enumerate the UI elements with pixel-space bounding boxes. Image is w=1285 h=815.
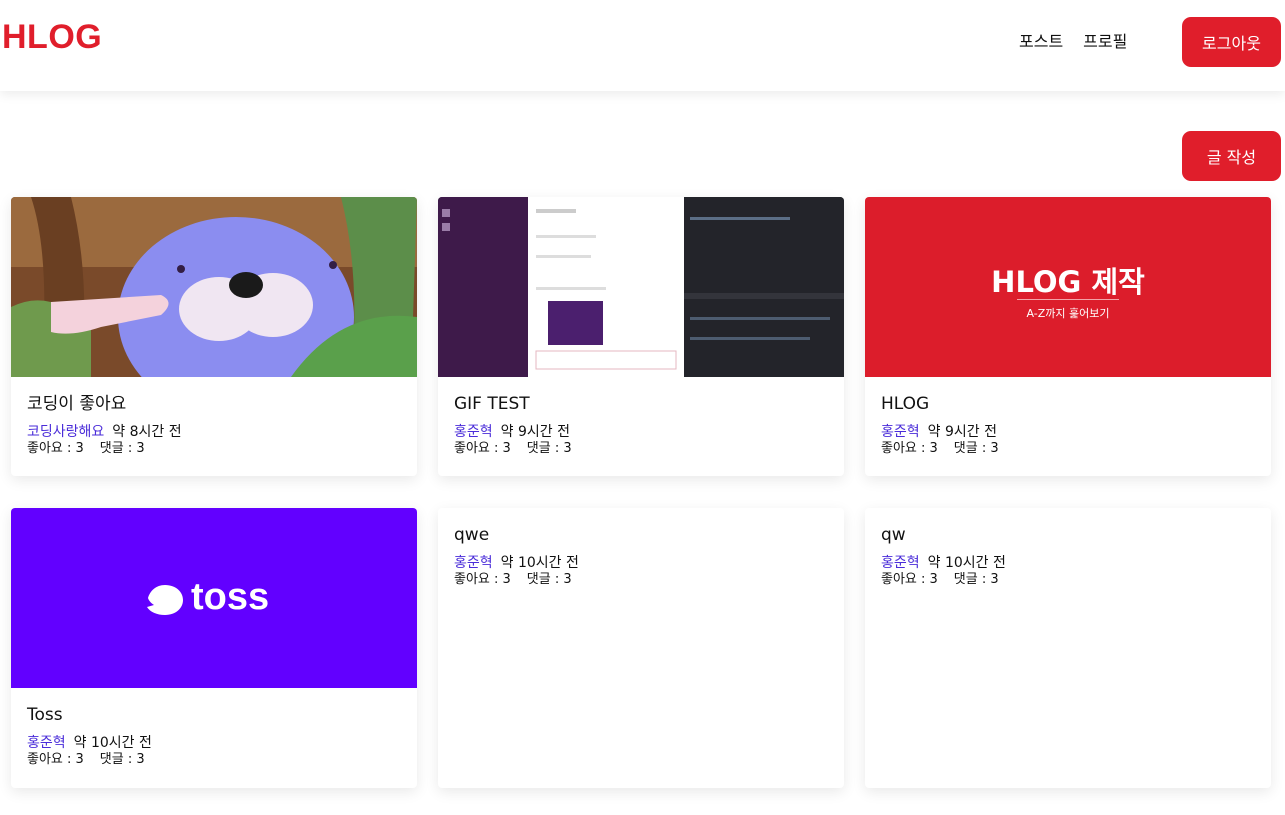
post-card[interactable]: qw 홍준혁 약 10시간 전 좋아요 : 3 댓글 : 3 (865, 508, 1271, 788)
nav-link-posts[interactable]: 포스트 (1019, 28, 1063, 52)
like-count: 좋아요 : 3 (881, 441, 938, 456)
post-time: 약 8시간 전 (112, 424, 182, 440)
post-title: 코딩이 좋아요 (27, 394, 127, 414)
post-author-link[interactable]: 홍준혁 (881, 424, 920, 440)
toss-logo-text: toss (191, 576, 270, 618)
comment-count: 댓글 : 3 (526, 572, 572, 587)
banner-title: HLOG 제작 (991, 265, 1145, 299)
post-time: 약 10시간 전 (927, 555, 1006, 571)
logo[interactable]: HLOG (2, 18, 102, 57)
post-time: 약 10시간 전 (73, 735, 152, 751)
post-author-link[interactable]: 홍준혁 (881, 555, 920, 571)
header: HLOG 포스트 프로필 로그아웃 (0, 0, 1285, 91)
post-card[interactable]: toss Toss 홍준혁 약 10시간 전 좋아요 : 3 댓글 : 3 (11, 508, 417, 788)
comment-count: 댓글 : 3 (99, 752, 145, 767)
nav-link-profile[interactable]: 프로필 (1083, 28, 1127, 52)
post-title: qwe (454, 525, 490, 545)
post-title: Toss (27, 705, 63, 725)
nav: 포스트 프로필 (1019, 28, 1127, 52)
post-time: 약 10시간 전 (500, 555, 579, 571)
comment-count: 댓글 : 3 (953, 441, 999, 456)
toss-logo-image: toss (11, 508, 417, 688)
cartoon-seal-image (11, 197, 417, 377)
logout-button[interactable]: 로그아웃 (1182, 17, 1281, 67)
post-time: 약 9시간 전 (500, 424, 570, 440)
comment-count: 댓글 : 3 (526, 441, 572, 456)
post-title: GIF TEST (454, 394, 530, 414)
post-card[interactable]: GIF TEST 홍준혁 약 9시간 전 좋아요 : 3 댓글 : 3 (438, 197, 844, 476)
post-author-link[interactable]: 코딩사랑해요 (27, 424, 104, 440)
like-count: 좋아요 : 3 (454, 441, 511, 456)
post-card[interactable]: qwe 홍준혁 약 10시간 전 좋아요 : 3 댓글 : 3 (438, 508, 844, 788)
like-count: 좋아요 : 3 (881, 572, 938, 587)
comment-count: 댓글 : 3 (99, 441, 145, 456)
like-count: 좋아요 : 3 (454, 572, 511, 587)
post-title: qw (881, 525, 906, 545)
screenshot-image (438, 197, 844, 377)
like-count: 좋아요 : 3 (27, 441, 84, 456)
hlog-banner-image: HLOG 제작 A-Z까지 훑어보기 (865, 197, 1271, 377)
post-card[interactable]: 코딩이 좋아요 코딩사랑해요 약 8시간 전 좋아요 : 3 댓글 : 3 (11, 197, 417, 476)
post-author-link[interactable]: 홍준혁 (454, 555, 493, 571)
post-card[interactable]: HLOG 제작 A-Z까지 훑어보기 HLOG 홍준혁 약 9시간 전 좋아요 :… (865, 197, 1271, 476)
post-author-link[interactable]: 홍준혁 (27, 735, 66, 751)
post-time: 약 9시간 전 (927, 424, 997, 440)
write-post-button[interactable]: 글 작성 (1182, 131, 1281, 181)
like-count: 좋아요 : 3 (27, 752, 84, 767)
post-title: HLOG (881, 394, 930, 414)
post-author-link[interactable]: 홍준혁 (454, 424, 493, 440)
banner-subtitle: A-Z까지 훑어보기 (1026, 307, 1110, 320)
comment-count: 댓글 : 3 (953, 572, 999, 587)
